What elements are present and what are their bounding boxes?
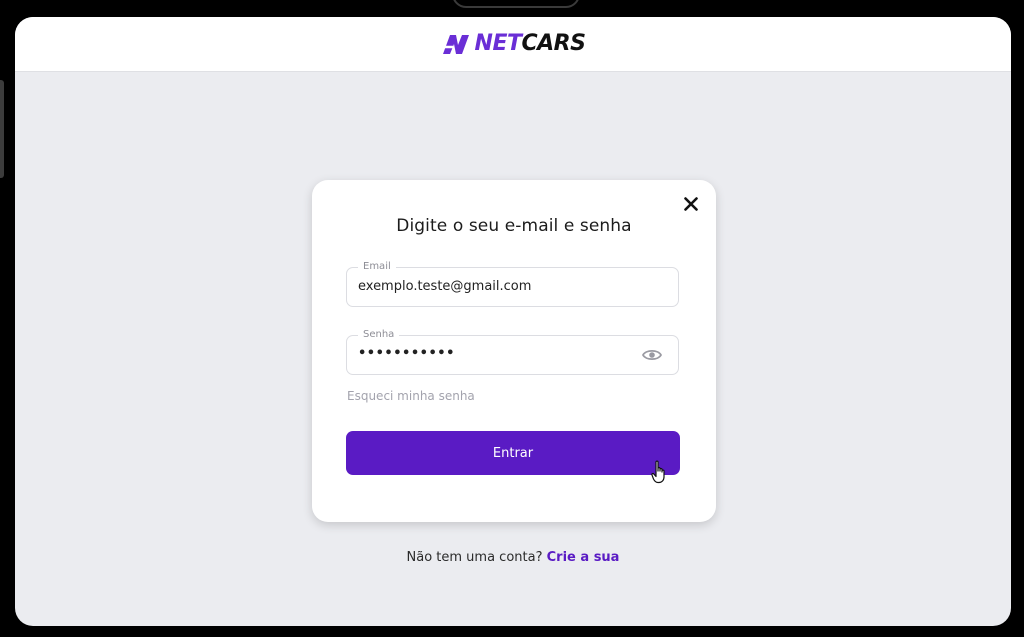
signup-prompt: Não tem uma conta? Crie a sua <box>15 550 1011 565</box>
modal-title: Digite o seu e-mail e senha <box>396 216 632 236</box>
close-icon <box>684 197 698 211</box>
eye-icon[interactable] <box>642 347 662 363</box>
netcars-logo[interactable]: NETCARS <box>441 33 586 55</box>
submit-button[interactable]: Entrar <box>346 431 680 475</box>
logo-cars: CARS <box>521 31 586 56</box>
login-modal: Digite o seu e-mail e senha Email exempl… <box>312 180 716 522</box>
app-header: NETCARS <box>15 17 1011 72</box>
password-label: Senha <box>358 328 400 342</box>
device-side-button <box>0 80 4 178</box>
hand-cursor-icon <box>651 460 665 484</box>
logo-wordmark: NETCARS <box>475 33 586 55</box>
logo-net: NET <box>474 31 522 56</box>
submit-label: Entrar <box>492 445 534 461</box>
app-screen: NETCARS Digite o seu e-mail e senha Emai… <box>15 17 1011 626</box>
signup-text: Não tem uma conta? <box>406 550 543 565</box>
email-input[interactable]: exemplo.teste@gmail.com <box>358 279 531 295</box>
device-notch <box>452 0 580 8</box>
netcars-logo-icon <box>442 35 469 54</box>
email-label: Email <box>358 260 396 274</box>
password-field[interactable]: Senha ••••••••••• <box>346 328 679 375</box>
email-field[interactable]: Email exemplo.teste@gmail.com <box>346 260 679 307</box>
signup-link[interactable]: Crie a sua <box>547 550 620 565</box>
close-button[interactable] <box>682 195 700 213</box>
forgot-password-link[interactable]: Esqueci minha senha <box>347 389 475 403</box>
password-input[interactable]: ••••••••••• <box>358 346 455 362</box>
